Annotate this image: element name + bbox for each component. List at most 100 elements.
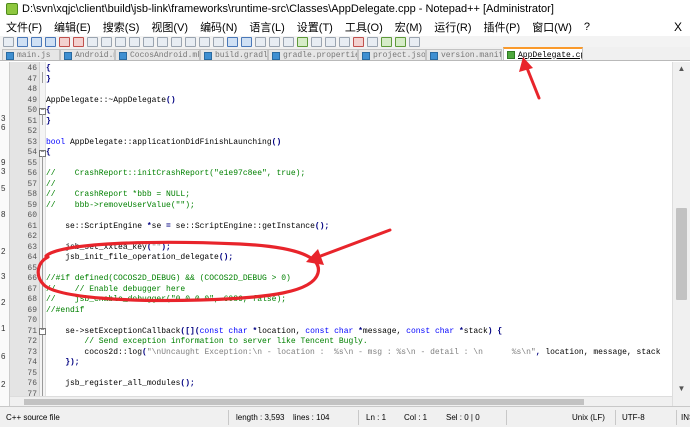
code-line[interactable]: 64 jsb_init_file_operation_delegate();	[10, 253, 672, 264]
zoom-out-icon[interactable]	[213, 36, 224, 47]
side-panel-number: 6	[1, 352, 6, 361]
close-document-icon[interactable]: X	[666, 20, 690, 34]
code-line[interactable]: 62	[10, 232, 672, 243]
sync-horizontal-icon[interactable]	[241, 36, 252, 47]
code-line[interactable]: 75	[10, 369, 672, 380]
undo-icon[interactable]	[143, 36, 154, 47]
find-icon[interactable]	[171, 36, 182, 47]
tab-android-mk[interactable]: Android.mk	[60, 49, 115, 60]
code-line[interactable]: 55	[10, 159, 672, 170]
menu-search[interactable]: 搜索(S)	[97, 19, 146, 35]
line-number: 60	[27, 211, 37, 220]
menu-help[interactable]: ?	[578, 21, 596, 33]
vertical-scroll-thumb[interactable]	[676, 208, 687, 300]
open-file-icon[interactable]	[17, 36, 28, 47]
line-number: 67	[27, 284, 37, 294]
code-line[interactable]: 60	[10, 211, 672, 222]
code-token: {	[46, 148, 51, 157]
zoom-in-icon[interactable]	[199, 36, 210, 47]
code-line[interactable]: 52	[10, 127, 672, 138]
tab-project-json[interactable]: project.json	[358, 49, 426, 60]
save-icon[interactable]	[31, 36, 42, 47]
tab-main-js[interactable]: main.js	[2, 49, 60, 60]
code-line[interactable]: 54 {	[10, 148, 672, 159]
menu-run[interactable]: 运行(R)	[428, 19, 477, 35]
indent-guide-icon[interactable]	[283, 36, 294, 47]
menu-macro[interactable]: 宏(M)	[389, 19, 429, 35]
horizontal-scroll-thumb[interactable]	[24, 399, 584, 405]
tab-cocos-android-mk[interactable]: CocosAndroid.mk	[115, 49, 200, 60]
code-line[interactable]: 63 jsb_set_xxtea_key("");	[10, 243, 672, 254]
copy-icon[interactable]	[115, 36, 126, 47]
code-line[interactable]: 68 // jsb_enable_debugger("0.0.0.0", 6086…	[10, 295, 672, 306]
code-token: jsb_register_all_modules	[46, 379, 181, 388]
menu-language[interactable]: 语言(L)	[243, 19, 290, 35]
code-line[interactable]: 65	[10, 264, 672, 275]
scroll-down-icon[interactable]: ▼	[673, 382, 690, 396]
code-line[interactable]: 48	[10, 85, 672, 96]
code-token: ();	[218, 253, 234, 262]
new-file-icon[interactable]	[3, 36, 14, 47]
code-token: AppDelegate::~AppDelegate	[46, 95, 167, 105]
save-macro-icon[interactable]	[409, 36, 420, 47]
code-editor[interactable]: 46{47} 48 49 AppDelegate::~AppDelegate() 50{…	[10, 62, 672, 406]
line-number: 63	[27, 242, 37, 252]
tab-build-gradle[interactable]: build.gradle	[200, 49, 268, 60]
code-line[interactable]: 66 //#if defined(COCOS2D_DEBUG) && (COCOS…	[10, 274, 672, 285]
tab-version-manifest[interactable]: version.manifest	[426, 49, 502, 60]
menu-plugins[interactable]: 插件(P)	[478, 19, 527, 35]
close-all-icon[interactable]	[73, 36, 84, 47]
code-line[interactable]: 56 // CrashReport::initCrashReport("e1e97…	[10, 169, 672, 180]
print-icon[interactable]	[87, 36, 98, 47]
menu-file[interactable]: 文件(F)	[0, 19, 48, 35]
code-line[interactable]: 76 jsb_register_all_modules();	[10, 379, 672, 390]
code-line[interactable]: 74 });	[10, 358, 672, 369]
menu-tools[interactable]: 工具(O)	[339, 19, 389, 35]
code-line[interactable]: 71 se->setExceptionCallback([](const cha…	[10, 327, 672, 338]
menu-view[interactable]: 视图(V)	[145, 19, 194, 35]
code-line[interactable]: 47}	[10, 75, 672, 86]
code-line[interactable]: 69 //#endif	[10, 306, 672, 317]
record-macro-icon[interactable]	[353, 36, 364, 47]
code-line[interactable]: 72 // Send exception information to serv…	[10, 337, 672, 348]
code-line[interactable]: 67 // // Enable debugger here	[10, 285, 672, 296]
menu-settings[interactable]: 设置(T)	[291, 19, 339, 35]
redo-icon[interactable]	[157, 36, 168, 47]
save-all-icon[interactable]	[45, 36, 56, 47]
scroll-up-icon[interactable]: ▲	[673, 62, 690, 76]
menu-encoding[interactable]: 编码(N)	[194, 19, 243, 35]
sync-vertical-icon[interactable]	[227, 36, 238, 47]
word-wrap-icon[interactable]	[255, 36, 266, 47]
tab-gradle-properties[interactable]: gradle.properties	[268, 49, 358, 60]
replace-icon[interactable]	[185, 36, 196, 47]
cut-icon[interactable]	[101, 36, 112, 47]
user-language-icon[interactable]	[297, 36, 308, 47]
tab-appdelegate-cpp[interactable]: AppDelegate.cpp ✖	[503, 47, 583, 60]
paste-icon[interactable]	[129, 36, 140, 47]
folder-workspace-icon[interactable]	[339, 36, 350, 47]
code-line[interactable]: 70	[10, 316, 672, 327]
stop-macro-icon[interactable]	[367, 36, 378, 47]
code-line[interactable]: 53 bool AppDelegate::applicationDidFinish…	[10, 138, 672, 149]
play-macro-icon[interactable]	[381, 36, 392, 47]
menu-window[interactable]: 窗口(W)	[526, 19, 578, 35]
status-selection: Sel : 0 | 0	[446, 413, 480, 422]
vertical-scrollbar[interactable]: ▲ ▼	[672, 62, 690, 406]
code-line[interactable]: 59 // bbb->removeUserValue("");	[10, 201, 672, 212]
code-line[interactable]: 46 {	[10, 64, 672, 75]
code-line[interactable]: 51}	[10, 117, 672, 128]
horizontal-scrollbar[interactable]	[10, 396, 672, 406]
doc-map-icon[interactable]	[311, 36, 322, 47]
code-line[interactable]: 58 // CrashReport *bbb = NULL;	[10, 190, 672, 201]
menu-edit[interactable]: 编辑(E)	[48, 19, 97, 35]
code-line[interactable]: 49 AppDelegate::~AppDelegate()	[10, 96, 672, 107]
close-file-icon[interactable]	[59, 36, 70, 47]
run-macro-multiple-icon[interactable]	[395, 36, 406, 47]
show-all-chars-icon[interactable]	[269, 36, 280, 47]
code-line[interactable]: 61 se::ScriptEngine *se = se::ScriptEngi…	[10, 222, 672, 233]
fold-toggle-icon[interactable]: −	[39, 328, 46, 335]
function-list-icon[interactable]	[325, 36, 336, 47]
code-line[interactable]: 50 {	[10, 106, 672, 117]
code-line[interactable]: 73 cocos2d::log("\nUncaught Exception:\n…	[10, 348, 672, 359]
code-line[interactable]: 57 //	[10, 180, 672, 191]
